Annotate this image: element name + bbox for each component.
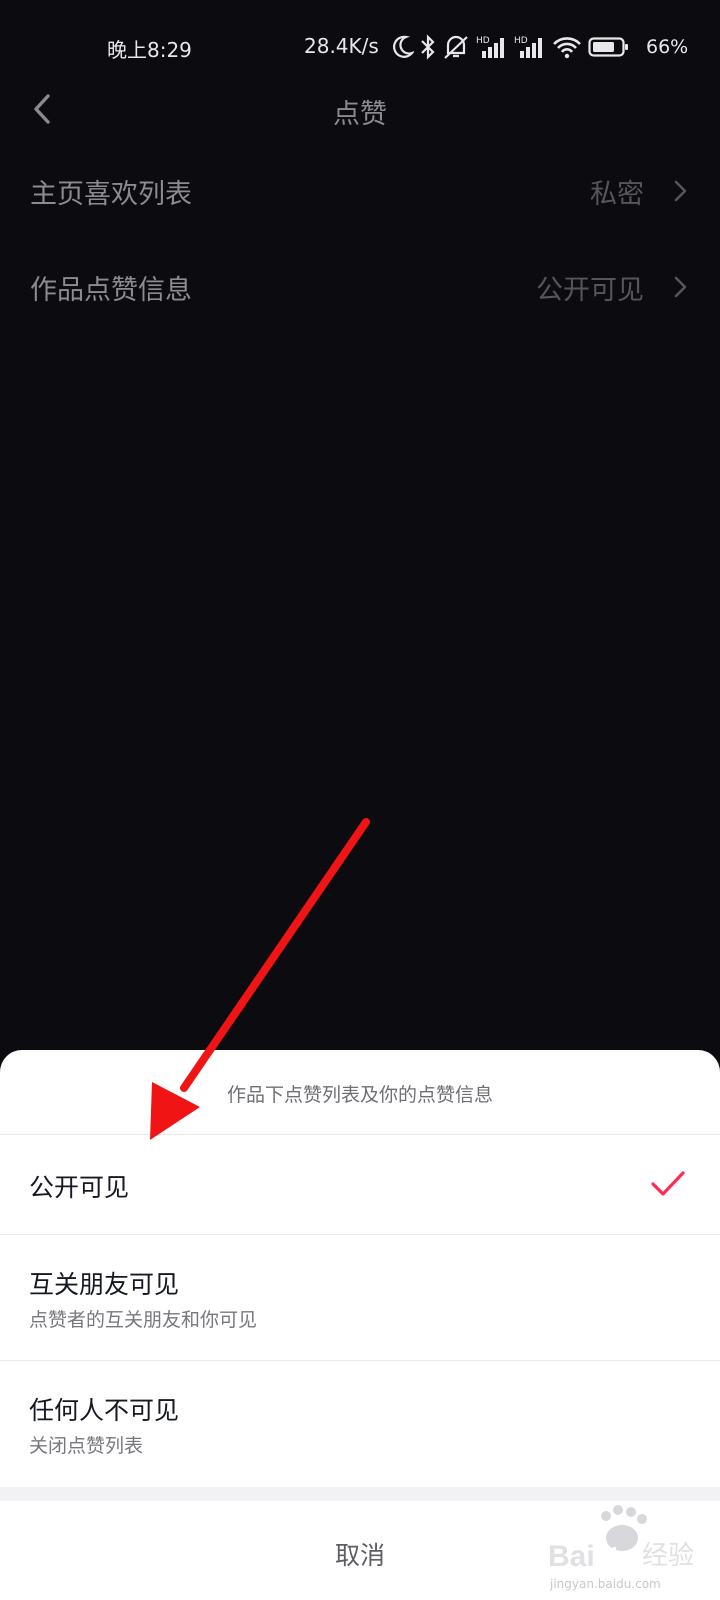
sheet-title: 作品下点赞列表及你的点赞信息 [226,1084,493,1106]
status-icons: HD HD [392,32,630,62]
setting-label: 主页喜欢列表 [30,179,192,210]
option-label: 任何人不可见 [29,1396,180,1425]
option-public[interactable]: 公开可见 [0,1134,720,1235]
baidu-jingyan-watermark: Bai du 经验 jingyan.baidu.com [548,1505,694,1591]
setting-row-work-likes[interactable]: 作品点赞信息 公开可见 [0,248,720,328]
svg-text:HD: HD [476,36,490,46]
check-icon [651,1171,685,1196]
option-nobody[interactable]: 任何人不可见 关闭点赞列表 [0,1361,720,1486]
setting-value: 公开可见 [536,275,644,306]
mute-icon [444,35,468,59]
svg-text:Bai: Bai [548,1540,595,1573]
option-label: 互关朋友可见 [29,1270,180,1299]
hd-signal-icon: HD [514,36,542,58]
svg-text:jingyan.baidu.com: jingyan.baidu.com [549,1577,661,1591]
chevron-right-icon [674,276,687,298]
sheet-divider [0,1487,720,1501]
svg-text:经验: 经验 [642,1541,694,1571]
svg-text:du: du [602,1542,634,1572]
status-time: 晚上8:29 [107,38,192,62]
hd-signal-icon: HD [476,36,504,58]
nav-bar: 点赞 [0,80,720,140]
svg-text:HD: HD [514,36,528,46]
setting-row-home-likes[interactable]: 主页喜欢列表 私密 [0,152,720,232]
setting-label: 作品点赞信息 [30,275,192,306]
network-speed: 28.4K/s [304,34,379,58]
battery-icon [588,37,628,57]
sheet-header: 作品下点赞列表及你的点赞信息 [0,1050,720,1135]
page-title: 点赞 [333,99,387,130]
wifi-icon [553,37,581,59]
option-description: 关闭点赞列表 [29,1435,144,1457]
moon-icon [393,35,414,58]
option-description: 点赞者的互关朋友和你可见 [29,1309,258,1331]
option-mutual-friends[interactable]: 互关朋友可见 点赞者的互关朋友和你可见 [0,1235,720,1361]
option-label: 公开可见 [29,1173,130,1202]
setting-value: 私密 [590,179,644,210]
chevron-right-icon [674,180,687,202]
bluetooth-icon [421,34,435,60]
battery-percentage: 66% [646,36,689,58]
